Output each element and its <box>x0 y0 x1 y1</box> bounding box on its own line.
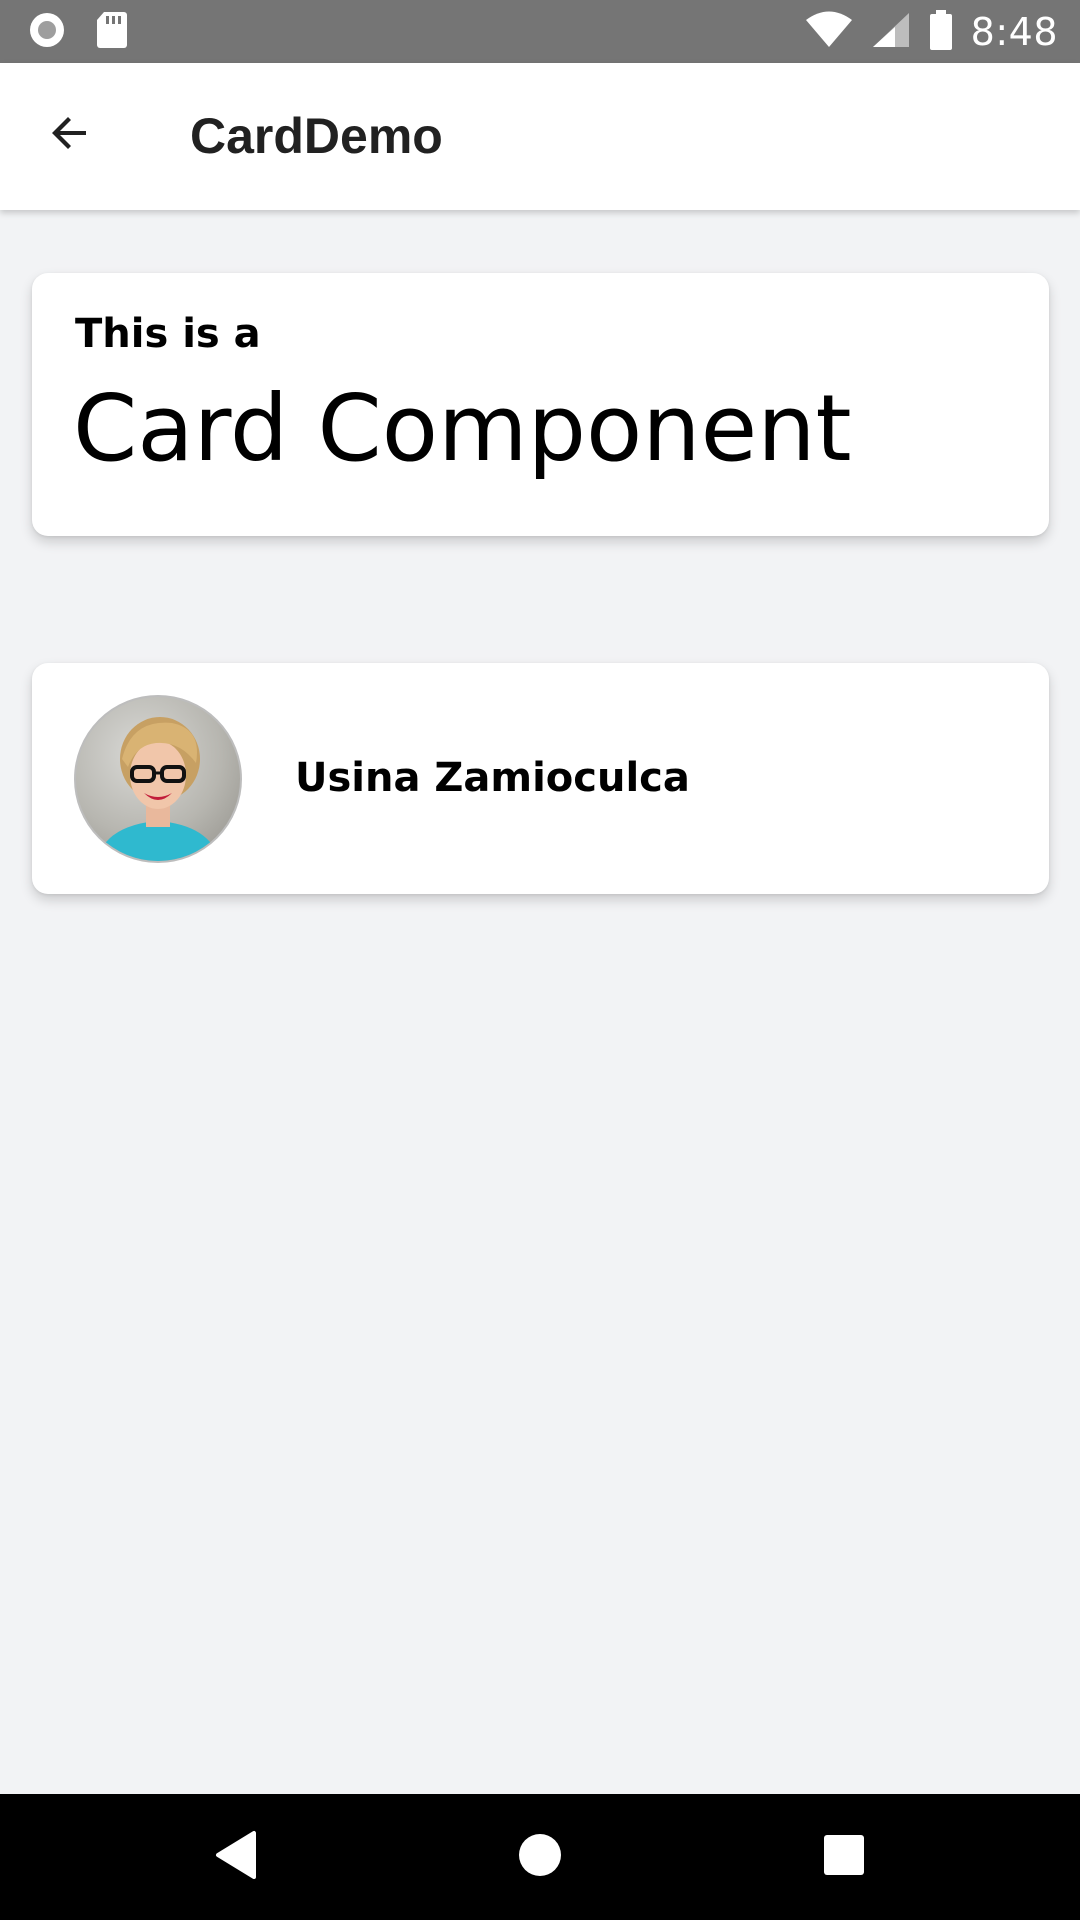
profile-card[interactable]: Usina Zamioculca <box>32 663 1049 894</box>
record-icon <box>28 11 66 53</box>
page-title: CardDemo <box>190 108 443 164</box>
back-button[interactable] <box>28 93 112 177</box>
wifi-icon <box>805 11 853 53</box>
nav-home-button[interactable] <box>480 1794 600 1920</box>
card-subtitle: This is a <box>75 311 261 357</box>
status-left-icons <box>28 0 128 63</box>
avatar <box>74 695 242 863</box>
arrow-back-icon <box>46 109 94 161</box>
status-time: 8:48 <box>970 9 1058 54</box>
status-right-icons: 8:48 <box>805 0 1058 63</box>
cell-signal-icon <box>871 11 911 53</box>
battery-icon <box>929 9 953 54</box>
status-bar: 8:48 <box>0 0 1080 63</box>
person-name: Usina Zamioculca <box>295 755 690 801</box>
sd-card-icon <box>96 11 128 53</box>
avatar-photo <box>96 717 220 861</box>
nav-back-button[interactable] <box>176 1794 296 1920</box>
nav-recents-button[interactable] <box>784 1794 904 1920</box>
recents-square-icon <box>823 1834 865 1880</box>
home-circle-icon <box>517 1832 563 1882</box>
card-title: Card Component <box>73 375 852 482</box>
intro-card: This is a Card Component <box>32 273 1049 536</box>
app-bar: CardDemo <box>0 63 1080 210</box>
system-nav-bar <box>0 1794 1080 1920</box>
back-triangle-icon <box>214 1830 258 1884</box>
